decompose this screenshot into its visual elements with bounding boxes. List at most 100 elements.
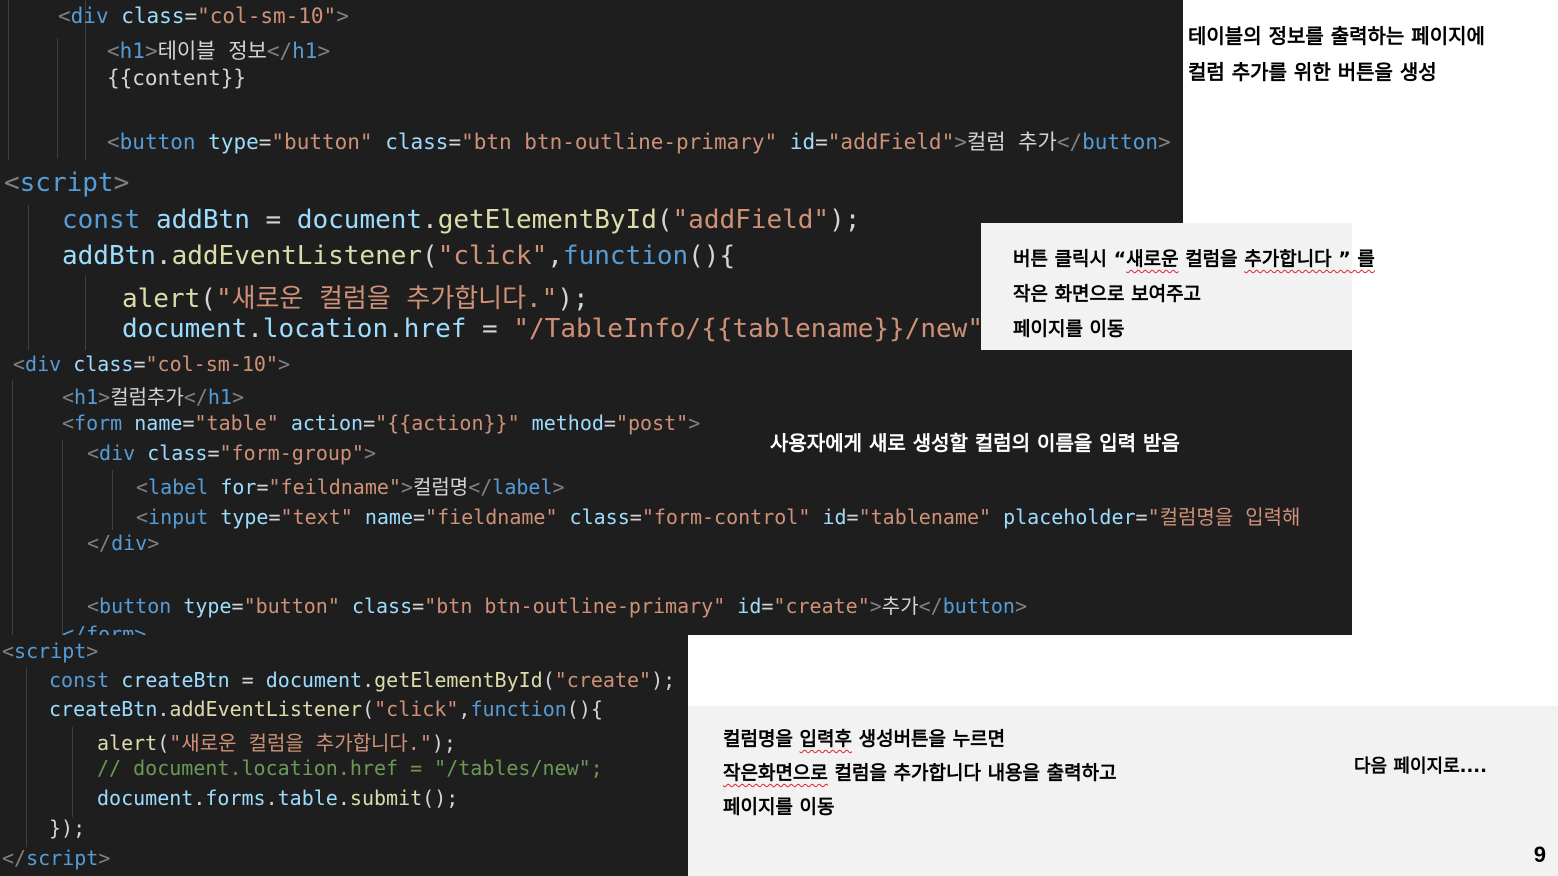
code-line: </script> xyxy=(2,846,110,870)
indent-guide xyxy=(72,727,73,817)
attr-value: "col-sm-10" xyxy=(145,352,278,376)
code-line: <h1>컬럼추가</h1> xyxy=(62,381,244,410)
attr-value: "{{action}}" xyxy=(375,411,520,435)
note-line: 페이지를 이동 xyxy=(1013,318,1125,340)
bracket: </ xyxy=(266,39,293,63)
code-line: <script> xyxy=(4,168,129,198)
tag-name: label xyxy=(148,475,209,499)
indent-guide xyxy=(28,205,29,350)
annotation-note-2: 버튼 클릭시 “새로운 컬럼을 추가합니다 ” 를 작은 화면으로 보여주고 페이지… xyxy=(1013,242,1375,347)
code-editor-middle: <div class="col-sm-10"> <h1>컬럼추가</h1> <f… xyxy=(0,350,1352,635)
bracket: </ xyxy=(1056,130,1083,154)
note-segment: 생성버튼을 누르면 xyxy=(852,728,1006,750)
code-line: const addBtn = document.getElementById("… xyxy=(62,205,860,235)
attr-value: "create" xyxy=(773,594,870,618)
indent-guide xyxy=(57,38,58,158)
bracket: > xyxy=(86,639,99,663)
attr-value: "btn btn-outline-primary" xyxy=(461,130,778,154)
string: "create" xyxy=(554,668,652,692)
attr-value: "feildname" xyxy=(268,475,401,499)
paren: ); xyxy=(431,731,456,755)
attr-name: type xyxy=(208,130,259,154)
note-segment: 컬럼명을 xyxy=(723,728,800,750)
attr-name: action xyxy=(290,411,364,435)
code-line: }); xyxy=(49,816,85,840)
tag-name: div xyxy=(70,4,109,28)
code-line: <input type="text" name="fieldname" clas… xyxy=(136,505,1301,529)
tag-name: input xyxy=(148,505,209,529)
equals: = xyxy=(184,4,198,28)
code-line: <label for="feildname">컬럼명</label> xyxy=(136,475,565,499)
dot: . xyxy=(247,314,263,344)
annotation-note-1: 테이블의 정보를 출력하는 페이지에컬럼 추가를 위한 버튼을 생성 xyxy=(1188,18,1485,90)
dot: . xyxy=(362,668,375,692)
bracket: < xyxy=(107,39,120,63)
paren: (){ xyxy=(566,697,603,721)
function-name: addEventListener xyxy=(169,697,363,721)
comma: , xyxy=(547,241,563,271)
note-segment-spellcheck: 입력후 xyxy=(799,728,852,750)
bracket: > xyxy=(144,39,158,63)
keyword: const xyxy=(49,668,110,692)
attr-name: class xyxy=(351,594,413,618)
annotation-note-3: 사용자에게 새로 생성할 컬럼의 이름을 입력 받음 xyxy=(770,427,1180,456)
string: "새로운 컬럼을 추가합니다." xyxy=(169,731,432,755)
tag-name: div xyxy=(25,352,62,376)
bracket: < xyxy=(58,4,71,28)
keyword: const xyxy=(62,205,141,235)
paren: ( xyxy=(362,697,375,721)
property: forms xyxy=(205,786,266,810)
attr-name: id xyxy=(822,505,847,529)
tag-name: button xyxy=(99,594,172,618)
bracket: > xyxy=(954,130,967,154)
bracket: > xyxy=(363,441,377,465)
function-name: getElementById xyxy=(437,205,657,235)
code-line: <div class="col-sm-10"> xyxy=(13,352,290,376)
note-line: 작은 화면으로 보여주고 xyxy=(1013,283,1202,305)
note-line: 컬럼명을 입력후 생성버튼을 누르면 xyxy=(723,722,1117,756)
variable: addBtn xyxy=(62,241,156,271)
object: document xyxy=(265,668,363,692)
tag-name: button xyxy=(1082,130,1158,154)
comma: , xyxy=(458,697,471,721)
paren: ( xyxy=(542,668,555,692)
note-line: 테이블의 정보를 출력하는 페이지에 xyxy=(1188,24,1485,48)
bracket: < xyxy=(4,168,20,198)
annotation-note-4: 컬럼명을 입력후 생성버튼을 누르면 작은화면으로 컬럼을 추가합니다 내용을 출… xyxy=(723,722,1117,824)
property: location xyxy=(262,314,389,344)
note-segment-spellcheck: 새로운 xyxy=(1126,248,1179,270)
attr-name: type xyxy=(183,594,232,618)
paren: ( xyxy=(422,241,438,271)
code-line: <button type="button" class="btn btn-out… xyxy=(87,594,1027,618)
function-name: addEventListener xyxy=(171,241,423,271)
tag-name: script xyxy=(19,168,114,198)
bracket: > xyxy=(1157,130,1171,154)
code-line: </div> xyxy=(87,531,159,555)
bracket: < xyxy=(2,639,15,663)
attr-value: "post" xyxy=(615,411,689,435)
keyword: function xyxy=(562,241,689,271)
bracket: < xyxy=(136,475,149,499)
note-line: 작은화면으로 컬럼을 추가합니다 내용을 출력하고 xyxy=(723,756,1117,790)
tag-name: h1 xyxy=(119,39,145,63)
bracket: > xyxy=(336,4,349,28)
next-page-note: 다음 페이지로.... xyxy=(1354,752,1487,778)
attr-name: class xyxy=(385,130,449,154)
attr-name: for xyxy=(220,475,257,499)
dot: . xyxy=(157,697,170,721)
bracket: > xyxy=(98,385,111,409)
bracket: > xyxy=(98,846,111,870)
code-line: <form name="table" action="{{action}}" m… xyxy=(62,411,701,435)
attr-name: class xyxy=(121,4,185,28)
object: document xyxy=(122,314,248,344)
variable: addBtn xyxy=(155,205,250,235)
bracket: </ xyxy=(468,475,493,499)
paren: ); xyxy=(651,668,676,692)
bracket: > xyxy=(231,385,245,409)
dot: . xyxy=(193,786,206,810)
note-line: 컬럼 추가를 위한 버튼을 생성 xyxy=(1188,60,1437,84)
bracket: < xyxy=(87,594,100,618)
tag-name: div xyxy=(111,531,148,555)
indent-guide xyxy=(62,440,63,635)
note-segment: 컬럼을 xyxy=(1178,248,1245,270)
